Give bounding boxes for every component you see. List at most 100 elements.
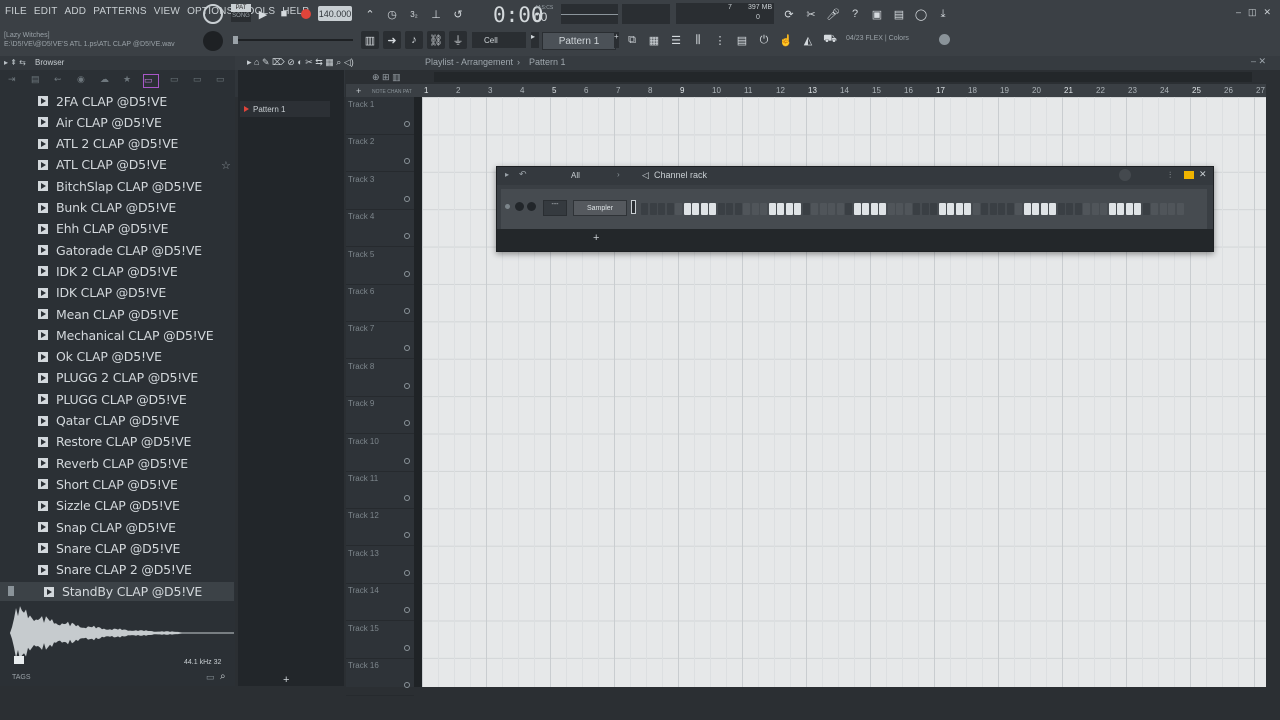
- touch-keyboard-icon[interactable]: ☝: [777, 31, 795, 49]
- step-button-on[interactable]: [709, 203, 716, 215]
- step-button-on[interactable]: [938, 203, 946, 215]
- window-controls[interactable]: ‒◫✕: [1236, 7, 1278, 18]
- timeline-ruler[interactable]: 1 2 3 4 5 6 7 8 9 10 11 12 13 14 15 16 17 18 19 20 21 22 23 24 2…: [422, 84, 1266, 97]
- channel-select-led[interactable]: [631, 200, 636, 214]
- list-item[interactable]: Mechanical CLAP @D5!VE: [38, 325, 214, 345]
- track-mute-led[interactable]: [404, 644, 410, 651]
- link-icon[interactable]: ⛓: [427, 31, 445, 49]
- step-button-on[interactable]: [1125, 203, 1133, 215]
- channel-rack-icon[interactable]: ⧉: [623, 31, 641, 49]
- pitch-knob[interactable]: [203, 31, 223, 51]
- track-header[interactable]: Track 6: [346, 284, 414, 322]
- undo-icon[interactable]: ⟳: [780, 5, 798, 23]
- track-header[interactable]: Track 2: [346, 134, 414, 173]
- track-header[interactable]: Track 9: [346, 396, 414, 435]
- list-item[interactable]: Ehh CLAP @D5!VE: [38, 219, 168, 239]
- time-display[interactable]: 0:00 M:S:CS 00: [478, 2, 558, 27]
- mixer-open-icon[interactable]: ⫼: [689, 31, 707, 49]
- track-header[interactable]: Track 14: [346, 583, 414, 622]
- loop-record-icon[interactable]: ↺: [449, 5, 467, 23]
- pattern-prev-icon[interactable]: ▸: [531, 32, 539, 48]
- track-splitter[interactable]: [414, 97, 422, 687]
- collapse-icon[interactable]: ⇥: [8, 74, 16, 85]
- step-button[interactable]: [1151, 203, 1158, 215]
- plugin-database-icon[interactable]: ⋮: [711, 31, 729, 49]
- folder-icon-3[interactable]: ▭: [216, 74, 225, 85]
- news-panel[interactable]: 04/23 FLEX | Colors: [846, 35, 909, 42]
- step-button[interactable]: [811, 203, 818, 215]
- chat-icon[interactable]: ◯: [912, 5, 930, 23]
- record-button[interactable]: [297, 5, 315, 23]
- step-button[interactable]: [802, 203, 810, 215]
- playlist-view-icon[interactable]: ▥: [361, 31, 379, 49]
- cut-icon[interactable]: ✂: [802, 5, 820, 23]
- master-pitch-slider[interactable]: [233, 36, 353, 44]
- list-item[interactable]: ATL 2 CLAP @D5!VE: [38, 134, 178, 154]
- step-button-on[interactable]: [1049, 203, 1056, 215]
- list-item[interactable]: Snare CLAP 2 @D5!VE: [38, 560, 192, 580]
- list-item[interactable]: BitchSlap CLAP @D5!VE: [38, 176, 202, 196]
- step-button-on[interactable]: [1032, 203, 1039, 215]
- countdown-icon[interactable]: 3₂: [405, 5, 423, 23]
- add-channel-icon[interactable]: +: [593, 232, 599, 244]
- step-button[interactable]: [1057, 203, 1065, 215]
- track-header[interactable]: Track 1: [346, 97, 414, 135]
- track-mute-led[interactable]: [404, 420, 410, 427]
- step-edit-icon[interactable]: ⊥: [427, 5, 445, 23]
- track-mute-led[interactable]: [404, 607, 410, 614]
- add-track-icon[interactable]: +: [356, 86, 361, 96]
- channel-rack-titlebar[interactable]: ▸ ↶ All › ◁ Channel rack ⫶ ✕: [497, 167, 1213, 185]
- track-mute-led[interactable]: [404, 495, 410, 501]
- pat-song-toggle[interactable]: PAT SONG: [231, 4, 251, 22]
- track-mute-led[interactable]: [404, 345, 410, 352]
- master-volume-knob[interactable]: [203, 4, 223, 24]
- list-item[interactable]: Ok CLAP @D5!VE: [38, 347, 162, 367]
- step-button[interactable]: [981, 203, 988, 215]
- channel-volume-knob[interactable]: [527, 202, 536, 211]
- list-item[interactable]: Snap CLAP @D5!VE: [38, 517, 176, 537]
- playlist-snap-icons[interactable]: ⊕ ⊞ ▥: [372, 72, 401, 83]
- step-button-on[interactable]: [785, 203, 793, 215]
- step-button[interactable]: [1066, 203, 1073, 215]
- all-files-icon[interactable]: ▤: [31, 74, 40, 85]
- channel-name-button[interactable]: Sampler: [573, 200, 627, 216]
- mic-icon[interactable]: 🎤︎: [824, 5, 842, 23]
- playlist-scrollbar[interactable]: [434, 72, 1252, 82]
- step-button-on[interactable]: [947, 203, 954, 215]
- track-mute-led[interactable]: [404, 569, 410, 576]
- cloud-icon[interactable]: ☁: [100, 74, 109, 85]
- step-button[interactable]: [1006, 203, 1014, 215]
- track-header[interactable]: Track 3: [346, 172, 414, 210]
- step-button[interactable]: [717, 203, 725, 215]
- pattern-select[interactable]: Pattern 1: [542, 32, 616, 50]
- list-item[interactable]: Gatorade CLAP @D5!VE: [38, 240, 202, 260]
- channel-mute-led[interactable]: [505, 204, 510, 209]
- step-button-on[interactable]: [700, 203, 708, 215]
- plugin-db-icon[interactable]: ◉: [77, 74, 85, 85]
- list-item[interactable]: Snare CLAP @D5!VE: [38, 538, 180, 558]
- step-button[interactable]: [1091, 203, 1099, 215]
- list-item[interactable]: 2FA CLAP @D5!VE: [38, 91, 167, 111]
- menu-view[interactable]: VIEW: [153, 6, 181, 22]
- list-item[interactable]: Air CLAP @D5!VE: [38, 112, 162, 132]
- step-button[interactable]: [734, 203, 742, 215]
- channel-mixer-track[interactable]: ---: [543, 200, 567, 216]
- track-header[interactable]: Track 7: [346, 321, 414, 360]
- rack-menu-icon[interactable]: ▸: [505, 170, 509, 179]
- folder-icon[interactable]: ▭: [170, 74, 179, 85]
- step-button-on[interactable]: [683, 203, 691, 215]
- step-button[interactable]: [998, 203, 1005, 215]
- list-item[interactable]: Mean CLAP @D5!VE: [38, 304, 179, 324]
- step-button[interactable]: [930, 203, 937, 215]
- mixer-view-icon[interactable]: ♪: [405, 31, 423, 49]
- step-button-on[interactable]: [692, 203, 699, 215]
- list-item[interactable]: PLUGG CLAP @D5!VE: [38, 389, 187, 409]
- step-button-on[interactable]: [1108, 203, 1116, 215]
- playlist-tools-icon[interactable]: ▸ ⌂ ✎ ⌦ ⊘ ◐ ✂ ⇆ ▦ ⌕ ◁): [247, 57, 354, 68]
- play-button[interactable]: ▶: [254, 5, 272, 23]
- track-mute-led[interactable]: [404, 532, 410, 539]
- browser-nav-icon[interactable]: ▸ ⇞ ⇆: [4, 58, 26, 67]
- step-button[interactable]: [760, 203, 767, 215]
- step-button-on[interactable]: [1040, 203, 1048, 215]
- step-button[interactable]: [1142, 203, 1150, 215]
